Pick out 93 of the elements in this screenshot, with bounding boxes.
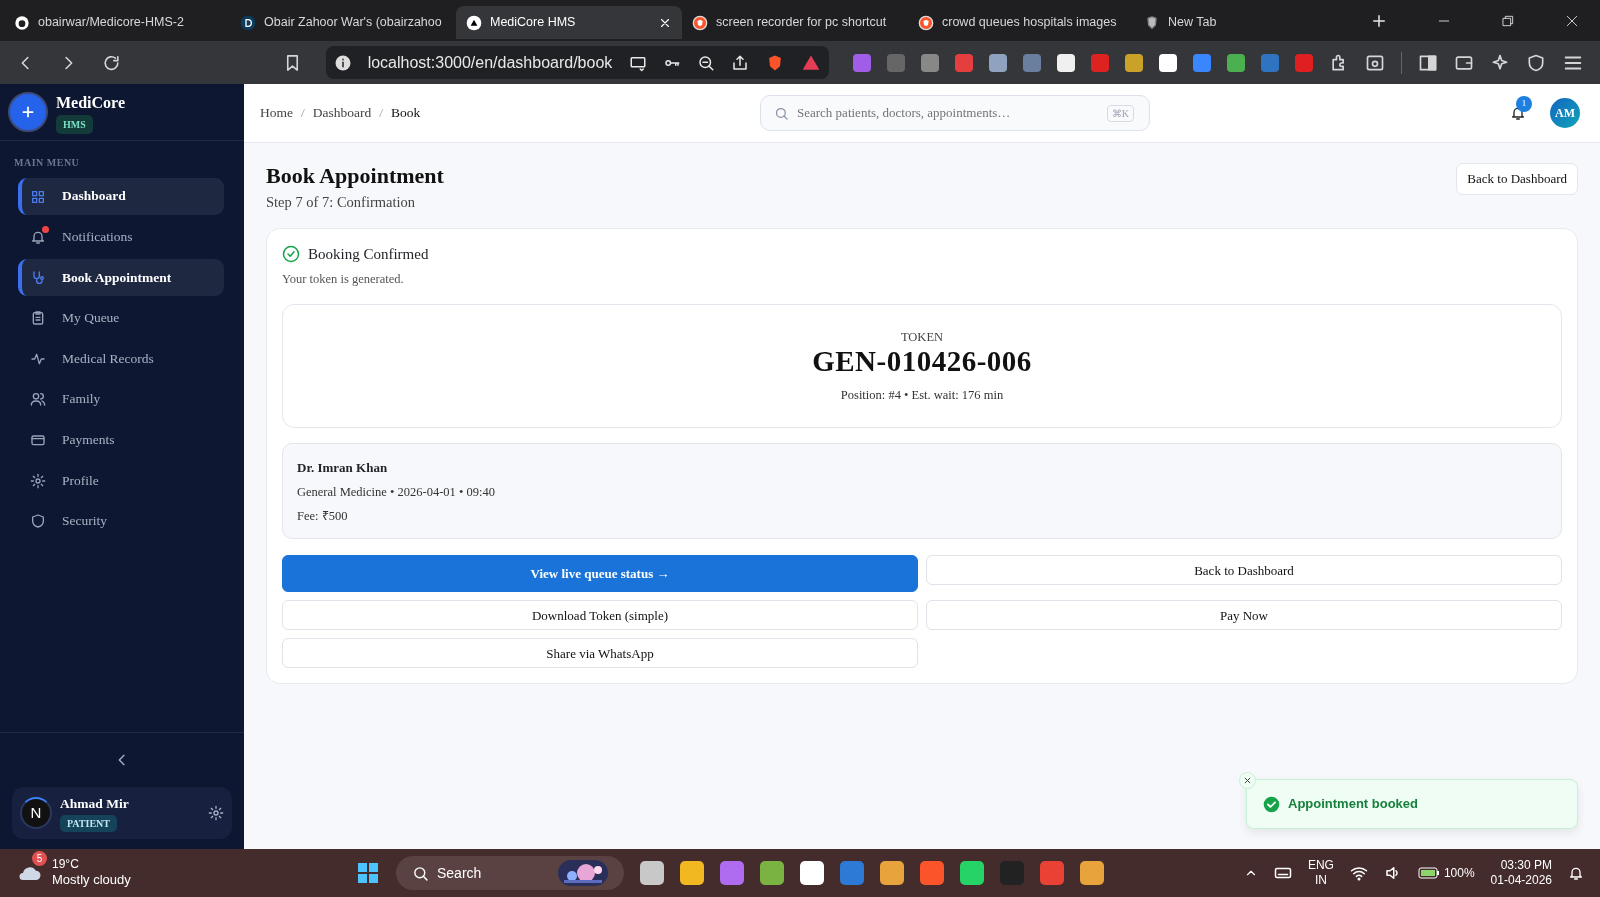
extension-icon[interactable]: [1125, 53, 1143, 72]
back-button[interactable]: Back to Dashboard: [1456, 163, 1578, 195]
taskbar-app-icon[interactable]: [880, 861, 904, 885]
page-subtitle: Step 7 of 7: Confirmation: [266, 193, 416, 213]
gear-icon: [30, 472, 46, 489]
taskbar-app-icon[interactable]: [1080, 861, 1104, 885]
action-button[interactable]: Back to Dashboard: [926, 555, 1562, 586]
sidebar-item[interactable]: Notifications: [18, 218, 224, 256]
letter-logo-icon: [240, 14, 256, 31]
lion-logo-icon: [918, 14, 934, 31]
taskbar-app-icon[interactable]: [640, 861, 664, 885]
action-button[interactable]: Pay Now: [926, 600, 1562, 631]
language-indicator[interactable]: ENG IN: [1307, 858, 1334, 888]
shortcut-hint: ⌘K: [1106, 105, 1134, 122]
browser-tab[interactable]: New Tab: [1134, 6, 1360, 39]
status-text: Your token is generated.: [282, 270, 405, 288]
menu-heading: MAIN MENU: [14, 156, 81, 170]
stethoscope-icon: [30, 269, 46, 286]
bell-icon[interactable]: [1510, 105, 1526, 121]
toast-message: Appointment booked: [1288, 795, 1418, 814]
logo-icon: [8, 92, 48, 132]
browser-tab[interactable]: crowd queues hospitals images: [908, 6, 1134, 39]
sidebar-item[interactable]: Payments: [18, 421, 224, 459]
action-button[interactable]: Download Token (simple): [282, 600, 918, 631]
queue-position: Position: #4 • Est. wait: 176 min: [840, 387, 1004, 405]
brand-name: MediCore: [56, 92, 125, 113]
wifi-icon[interactable]: [1349, 864, 1368, 882]
lion-logo-icon: [692, 14, 708, 31]
battery-indicator[interactable]: 100%: [1417, 864, 1475, 882]
triangle-logo-icon: [466, 14, 482, 31]
info-icon: [333, 53, 352, 72]
clock[interactable]: 03:30 PM 01-04-2026: [1490, 858, 1552, 888]
notification-badge: 1: [1516, 96, 1532, 112]
breadcrumb-separator: /: [379, 103, 383, 122]
close-icon: [1243, 776, 1252, 785]
taskbar-app-icon[interactable]: [760, 861, 784, 885]
check-circle-icon: [282, 245, 300, 264]
brand-badge: HMS: [56, 114, 93, 134]
notification-bell-icon[interactable]: [1568, 865, 1584, 881]
close-button[interactable]: [1239, 772, 1256, 789]
taskbar-app-icon[interactable]: [800, 861, 824, 885]
grid-icon: [30, 188, 46, 205]
sidebar-item[interactable]: Family: [18, 380, 224, 418]
weather-badge: 5: [32, 851, 47, 867]
page-title: Book Appointment: [266, 163, 444, 190]
shield-logo-icon: [1144, 14, 1160, 31]
breadcrumb-link[interactable]: Dashboard: [312, 102, 372, 124]
search-icon: [412, 864, 429, 882]
start-icon[interactable]: [356, 861, 380, 885]
share-icon[interactable]: [731, 53, 749, 72]
shield-icon[interactable]: [1526, 52, 1546, 73]
user-name: Ahmad Mir: [60, 795, 129, 814]
role-badge: PATIENT: [60, 814, 117, 832]
gear-icon[interactable]: [208, 805, 224, 821]
user-avatar[interactable]: AM: [1550, 98, 1580, 128]
zoom-out-icon[interactable]: [697, 53, 715, 72]
appointment-details: General Medicine • 2026-04-01 • 09:40: [297, 483, 496, 501]
status-title: Booking Confirmed: [308, 245, 429, 265]
people-icon: [30, 391, 46, 408]
browser-tab[interactable]: screen recorder for pc shortcut: [682, 6, 908, 39]
sidebar-item[interactable]: Profile: [18, 462, 224, 500]
clipboard-icon: [30, 310, 46, 327]
search-icon: [774, 106, 789, 121]
token-label: TOKEN: [900, 328, 944, 346]
check-circle-icon: [1263, 795, 1280, 813]
action-button[interactable]: Share via WhatsApp: [282, 638, 918, 669]
taskbar-search[interactable]: Search: [396, 856, 624, 890]
browser-tab[interactable]: obairwar/Medicore-HMS-2: [4, 6, 230, 39]
token-code: GEN-010426-006: [812, 346, 1032, 379]
extension-icon[interactable]: [1159, 53, 1177, 72]
queue-status-button[interactable]: View live queue status →: [282, 555, 918, 593]
sidebar-item[interactable]: Dashboard: [18, 178, 224, 215]
bell-icon: [30, 229, 46, 246]
sidebar-item[interactable]: Security: [18, 502, 224, 540]
user-avatar: N: [20, 797, 52, 829]
sidebar-item[interactable]: Book Appointment: [18, 259, 224, 297]
taskbar-app-icon[interactable]: [960, 861, 984, 885]
extension-icon[interactable]: [1057, 53, 1075, 72]
breadcrumb-separator: /: [301, 103, 305, 122]
shield-icon: [30, 513, 46, 530]
browser-tab[interactable]: Obair Zahoor War's (obairzahoo: [230, 6, 456, 39]
breadcrumb-current: Book: [391, 103, 421, 122]
sparkle-icon[interactable]: [1490, 52, 1510, 73]
browser-tab[interactable]: MediCore HMS: [456, 6, 682, 39]
temperature: 19°C: [52, 857, 80, 873]
taskbar-app-icon[interactable]: [680, 861, 704, 885]
doctor-name: Dr. Imran Khan: [297, 459, 389, 478]
sidebar-item[interactable]: Medical Records: [18, 340, 224, 378]
sidebar-item[interactable]: My Queue: [18, 299, 224, 337]
fee-text: Fee: ₹500: [297, 507, 349, 525]
breadcrumb-link[interactable]: Home: [260, 102, 293, 124]
address-bar[interactable]: localhost:3000/en/dashboard/book: [325, 46, 829, 79]
weather-condition: Mostly cloudy: [52, 872, 131, 889]
